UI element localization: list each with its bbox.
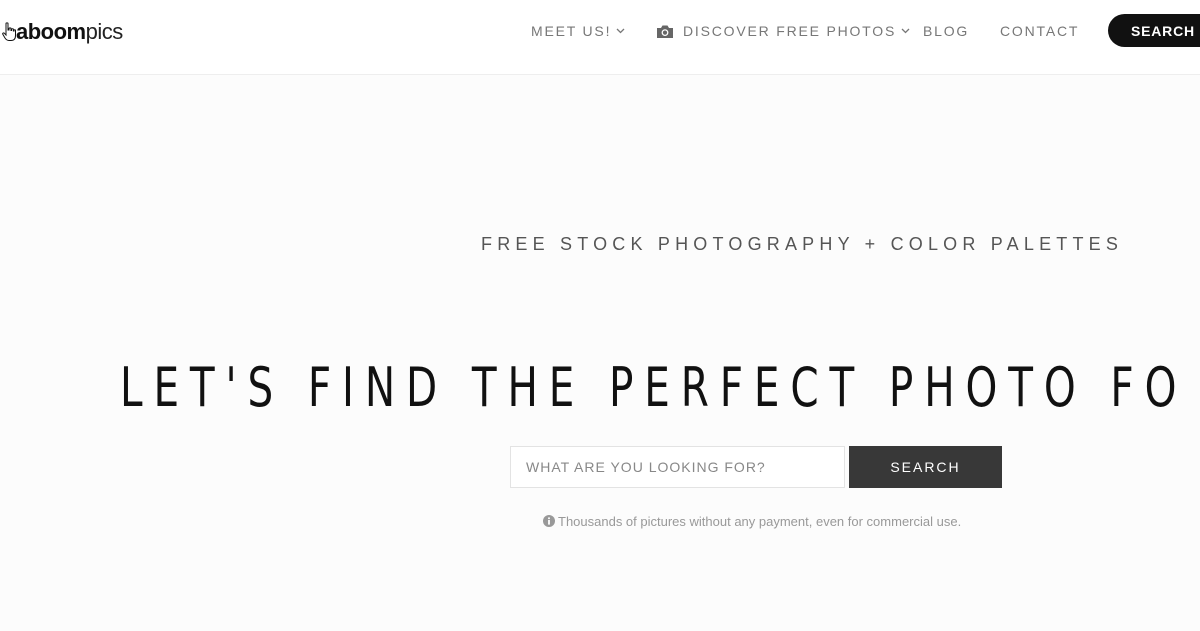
chevron-down-icon: [901, 28, 910, 34]
search-button[interactable]: SEARCH: [849, 446, 1002, 488]
chevron-down-icon: [616, 28, 625, 34]
top-navbar: aboom pics MEET US! DISCOVER FREE PHOTOS …: [0, 0, 1200, 75]
site-logo[interactable]: aboom pics: [2, 17, 123, 47]
cta-label: SEARCH FR: [1131, 22, 1200, 39]
logo-text-first: aboom: [16, 19, 86, 44]
info-note-text: Thousands of pictures without any paymen…: [558, 513, 962, 529]
nav-blog-label: BLOG: [923, 23, 970, 39]
info-note: Thousands of pictures without any paymen…: [543, 513, 961, 529]
search-input[interactable]: [510, 446, 845, 488]
hero-tagline: FREE STOCK PHOTOGRAPHY + COLOR PALETTES: [481, 234, 1124, 254]
nav-discover-label: DISCOVER FREE PHOTOS: [683, 23, 897, 39]
nav-meet-us[interactable]: MEET US!: [531, 22, 625, 40]
nav-contact-label: CONTACT: [1000, 23, 1080, 39]
nav-meet-us-label: MEET US!: [531, 23, 612, 39]
search-free-photos-button[interactable]: SEARCH FR: [1108, 14, 1200, 47]
camera-icon: [657, 25, 673, 38]
nav-blog[interactable]: BLOG: [923, 22, 969, 40]
hand-cursor-icon: [2, 22, 16, 41]
nav-contact[interactable]: CONTACT: [1000, 22, 1079, 40]
hero-headline: LET'S FIND THE PERFECT PHOTO FO: [120, 356, 1188, 420]
search-button-label: SEARCH: [890, 459, 961, 475]
logo-text-second: pics: [85, 19, 124, 44]
nav-discover-free-photos[interactable]: DISCOVER FREE PHOTOS: [656, 22, 910, 40]
info-icon: [543, 515, 555, 527]
